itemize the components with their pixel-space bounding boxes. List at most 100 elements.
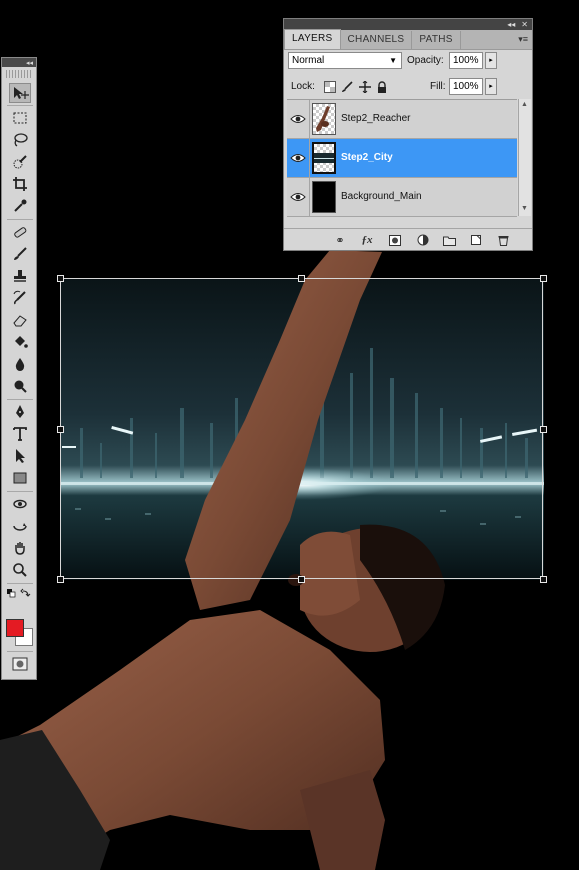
eraser-icon bbox=[13, 315, 27, 327]
eye-icon[interactable] bbox=[290, 112, 306, 126]
type-tool[interactable] bbox=[9, 424, 31, 444]
new-layer-button[interactable] bbox=[469, 233, 483, 247]
new-group-button[interactable] bbox=[442, 233, 456, 247]
chevron-down-icon: ▼ bbox=[389, 56, 397, 65]
lock-position-icon[interactable] bbox=[359, 81, 371, 93]
3d-rotate-icon bbox=[13, 499, 27, 509]
layer-name: Step2_City bbox=[341, 152, 393, 163]
pen-tool[interactable] bbox=[9, 402, 31, 422]
arrow-icon bbox=[16, 449, 25, 463]
fill-slider-button[interactable]: ▸ bbox=[485, 78, 497, 95]
transform-handle-top-left[interactable] bbox=[57, 275, 64, 282]
hand-icon bbox=[15, 542, 25, 555]
history-brush-tool[interactable] bbox=[9, 288, 31, 308]
lock-pixels-icon[interactable] bbox=[341, 81, 353, 93]
brush-icon bbox=[14, 247, 27, 260]
tab-paths[interactable]: PATHS bbox=[412, 31, 461, 49]
transform-handle-bottom-center[interactable] bbox=[298, 576, 305, 583]
hand-tool[interactable] bbox=[9, 538, 31, 558]
tools-panel-titlebar[interactable]: ◂◂ bbox=[2, 58, 36, 67]
shape-tool[interactable] bbox=[9, 468, 31, 488]
drop-icon bbox=[15, 358, 25, 371]
transform-handle-bottom-right[interactable] bbox=[540, 576, 547, 583]
layer-row-background-main[interactable]: Background_Main bbox=[287, 178, 517, 217]
bucket-tool[interactable] bbox=[9, 332, 31, 352]
move-icon bbox=[14, 87, 29, 99]
quick-select-tool[interactable] bbox=[9, 152, 31, 172]
dodge-icon bbox=[14, 380, 27, 393]
scroll-down-icon[interactable]: ▼ bbox=[521, 205, 528, 212]
fill-input[interactable]: 100% bbox=[449, 78, 483, 95]
eyedropper-icon bbox=[14, 199, 27, 212]
marquee-tool[interactable] bbox=[9, 108, 31, 128]
dodge-tool[interactable] bbox=[9, 376, 31, 396]
crop-icon bbox=[13, 177, 27, 191]
lock-transparent-icon[interactable] bbox=[324, 81, 336, 93]
3d-rotate-tool[interactable] bbox=[9, 494, 31, 514]
zoom-tool[interactable] bbox=[9, 560, 31, 580]
delete-layer-button[interactable] bbox=[496, 233, 510, 247]
tools-panel: ◂◂ bbox=[1, 57, 37, 680]
eyedropper-tool[interactable] bbox=[9, 196, 31, 216]
close-icon[interactable]: ✕ bbox=[521, 20, 528, 29]
tab-channels[interactable]: CHANNELS bbox=[341, 31, 413, 49]
fill-label: Fill: bbox=[430, 81, 446, 92]
link-layers-button[interactable]: ⚭ bbox=[333, 233, 347, 247]
transform-handle-middle-right[interactable] bbox=[540, 426, 547, 433]
paint-bucket-icon bbox=[15, 336, 28, 348]
healing-tool[interactable] bbox=[9, 222, 31, 242]
layers-scrollbar[interactable]: ▲ ▼ bbox=[518, 99, 531, 216]
crop-tool[interactable] bbox=[9, 174, 31, 194]
adjustment-layer-button[interactable] bbox=[416, 233, 430, 247]
path-select-tool[interactable] bbox=[9, 446, 31, 466]
collapse-icon[interactable]: ◂◂ bbox=[507, 20, 515, 29]
transform-handle-bottom-left[interactable] bbox=[57, 576, 64, 583]
layer-style-button[interactable]: ƒx bbox=[360, 233, 374, 247]
adjustment-icon bbox=[417, 234, 429, 246]
type-icon bbox=[13, 427, 27, 441]
swap-colors-icon[interactable] bbox=[20, 588, 31, 597]
panel-menu-icon[interactable]: ▾≡ bbox=[518, 34, 528, 45]
add-mask-button[interactable] bbox=[388, 233, 402, 247]
layer-row-step2-reacher[interactable]: Step2_Reacher bbox=[287, 100, 517, 139]
transform-handle-top-right[interactable] bbox=[540, 275, 547, 282]
layer-row-step2-city[interactable]: Step2_City bbox=[287, 139, 517, 178]
blur-tool[interactable] bbox=[9, 354, 31, 374]
transform-handle-top-center[interactable] bbox=[298, 275, 305, 282]
opacity-input[interactable]: 100% bbox=[449, 52, 483, 69]
stamp-tool[interactable] bbox=[9, 266, 31, 286]
default-colors-icon[interactable] bbox=[7, 589, 16, 598]
3d-orbit-tool[interactable] bbox=[9, 516, 31, 536]
stamp-icon bbox=[14, 270, 26, 282]
lock-label: Lock: bbox=[291, 81, 315, 92]
tab-layers[interactable]: LAYERS bbox=[284, 29, 341, 49]
pen-icon bbox=[16, 405, 24, 418]
folder-icon bbox=[442, 236, 456, 246]
blend-mode-select[interactable]: Normal ▼ bbox=[288, 52, 402, 69]
new-layer-icon bbox=[471, 235, 481, 245]
eraser-tool[interactable] bbox=[9, 310, 31, 330]
tools-panel-grip[interactable] bbox=[6, 70, 32, 78]
rectangle-icon bbox=[13, 472, 27, 484]
layer-name: Background_Main bbox=[341, 191, 422, 202]
layer-thumbnail-background bbox=[312, 181, 336, 213]
lock-all-icon[interactable] bbox=[376, 81, 388, 93]
lasso-tool[interactable] bbox=[9, 130, 31, 150]
bandage-icon bbox=[14, 227, 27, 238]
transform-handle-middle-left[interactable] bbox=[57, 426, 64, 433]
opacity-slider-button[interactable]: ▸ bbox=[485, 52, 497, 69]
history-brush-icon bbox=[13, 290, 26, 305]
quick-mask-icon bbox=[12, 657, 28, 671]
scroll-up-icon[interactable]: ▲ bbox=[521, 101, 528, 108]
eye-icon[interactable] bbox=[290, 190, 306, 204]
layers-panel-footer: ⚭ ƒx bbox=[284, 228, 532, 251]
mask-icon bbox=[389, 234, 401, 246]
collapse-icon[interactable]: ◂◂ bbox=[26, 59, 33, 67]
brush-tool[interactable] bbox=[9, 244, 31, 264]
foreground-color-swatch[interactable] bbox=[6, 619, 24, 637]
quick-mask-button[interactable] bbox=[9, 654, 31, 674]
move-tool[interactable] bbox=[9, 83, 31, 103]
eye-icon[interactable] bbox=[290, 151, 306, 165]
link-icon: ⚭ bbox=[335, 234, 345, 247]
layers-panel: ◂◂ ✕ LAYERS CHANNELS PATHS ▾≡ Normal ▼ O… bbox=[283, 18, 533, 251]
